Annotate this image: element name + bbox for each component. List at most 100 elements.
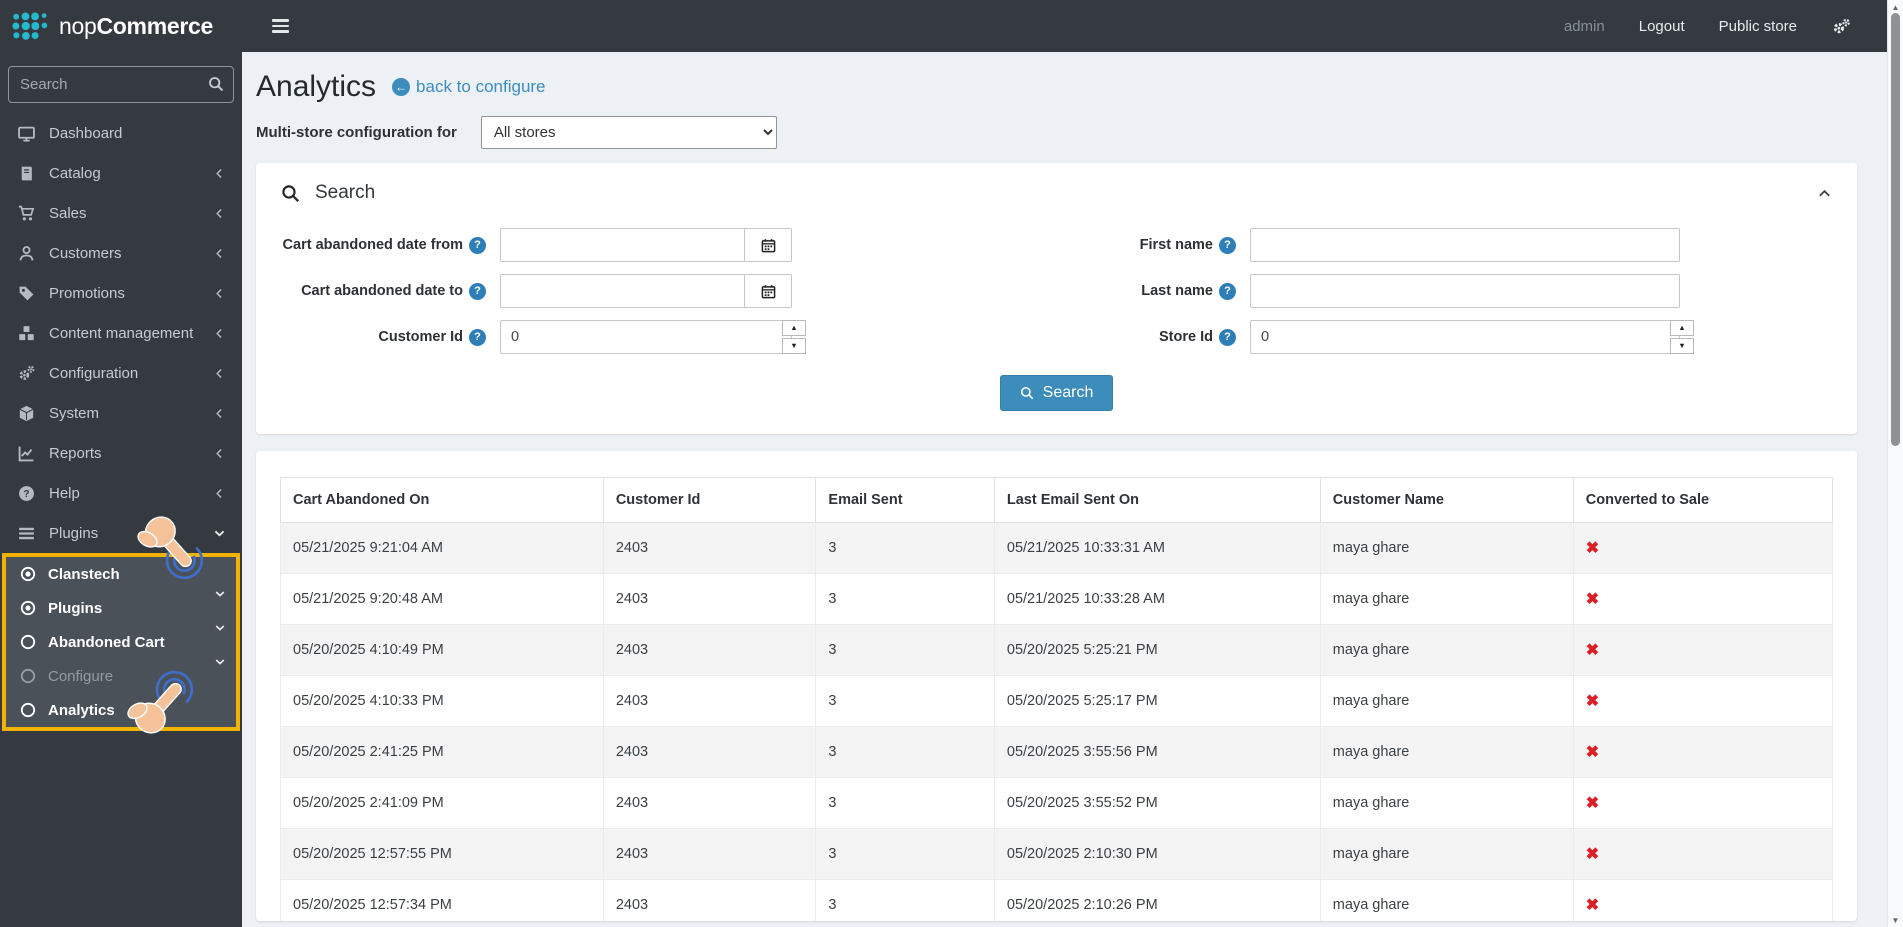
search-panel: Search Cart abandoned date from? xyxy=(256,163,1857,434)
first-name-input[interactable] xyxy=(1250,228,1680,262)
sidebar-item-content-management[interactable]: Content management xyxy=(0,313,242,353)
table-row: 05/20/2025 4:10:33 PM2403305/20/2025 5:2… xyxy=(281,676,1833,727)
scrollbar-thumb[interactable] xyxy=(1891,13,1900,446)
sidebar-item-promotions[interactable]: Promotions xyxy=(0,273,242,313)
table-row: 05/20/2025 12:57:34 PM2403305/20/2025 2:… xyxy=(281,880,1833,922)
dot-circle-icon xyxy=(19,566,37,582)
cart-icon xyxy=(16,205,36,222)
sidebar-item-catalog[interactable]: Catalog xyxy=(0,153,242,193)
public-store-link[interactable]: Public store xyxy=(1719,18,1797,35)
scroll-down-arrow-icon[interactable]: ▼ xyxy=(1888,913,1903,927)
help-icon[interactable]: ? xyxy=(469,237,486,254)
circle-icon xyxy=(19,634,37,650)
not-converted-icon: ✖ xyxy=(1586,795,1599,812)
multistore-select[interactable]: All stores xyxy=(481,116,777,149)
spinner-up-button[interactable]: ▲ xyxy=(1670,320,1694,336)
bars-icon xyxy=(16,525,36,542)
logout-link[interactable]: Logout xyxy=(1639,18,1685,35)
chevron-left-icon xyxy=(213,287,226,300)
spinner-up-button[interactable]: ▲ xyxy=(782,320,806,336)
multistore-label: Multi-store configuration for xyxy=(256,124,457,141)
spinner-down-button[interactable]: ▼ xyxy=(782,338,806,354)
not-converted-icon: ✖ xyxy=(1586,897,1599,914)
sidebar-item-plugins[interactable]: Plugins xyxy=(0,513,242,553)
sidebar-item-help[interactable]: ? Help xyxy=(0,473,242,513)
help-icon[interactable]: ? xyxy=(469,283,486,300)
sidebar-item-reports[interactable]: Reports xyxy=(0,433,242,473)
sidebar-item-sales[interactable]: Sales xyxy=(0,193,242,233)
store-id-input[interactable] xyxy=(1250,320,1680,354)
table-row: 05/20/2025 2:41:09 PM2403305/20/2025 3:5… xyxy=(281,778,1833,829)
table-row: 05/21/2025 9:21:04 AM2403305/21/2025 10:… xyxy=(281,523,1833,574)
not-converted-icon: ✖ xyxy=(1586,846,1599,863)
brand-title: nopCommerce xyxy=(59,13,213,40)
chevron-left-icon xyxy=(213,167,226,180)
chevron-left-icon xyxy=(213,487,226,500)
sidebar-item-customers[interactable]: Customers xyxy=(0,233,242,273)
sidebar-search-input[interactable] xyxy=(8,66,234,103)
help-icon[interactable]: ? xyxy=(1219,329,1236,346)
search-button[interactable]: Search xyxy=(1000,375,1114,411)
calendar-button[interactable] xyxy=(745,228,792,262)
chart-icon xyxy=(16,445,36,462)
calendar-icon xyxy=(761,284,776,299)
sidebar-subitem-abandoned-cart[interactable]: Abandoned Cart xyxy=(6,625,236,659)
chevron-left-icon xyxy=(213,247,226,260)
circle-icon xyxy=(19,702,37,718)
search-icon xyxy=(281,184,300,203)
cubes-icon xyxy=(16,325,36,342)
dot-circle-icon xyxy=(19,600,37,616)
sidebar-item-configuration[interactable]: Configuration xyxy=(0,353,242,393)
help-icon[interactable]: ? xyxy=(1219,237,1236,254)
sidebar-subitem-clanstech[interactable]: Clanstech xyxy=(6,557,236,591)
table-header-row: Cart Abandoned On Customer Id Email Sent… xyxy=(281,478,1833,523)
calendar-button[interactable] xyxy=(745,274,792,308)
cart-abandoned-date-from-input[interactable] xyxy=(500,228,745,262)
spinner-down-button[interactable]: ▼ xyxy=(1670,338,1694,354)
scroll-up-arrow-icon[interactable]: ▲ xyxy=(1888,0,1903,14)
collapse-panel-icon[interactable] xyxy=(1817,186,1832,201)
sidebar-toggle-icon[interactable] xyxy=(268,13,293,38)
question-icon: ? xyxy=(16,485,36,502)
book-icon xyxy=(16,165,36,182)
sidebar-subitem-configure[interactable]: Configure xyxy=(6,659,236,693)
chevron-left-icon xyxy=(213,407,226,420)
chevron-left-icon xyxy=(213,327,226,340)
desktop-icon xyxy=(16,125,36,142)
sidebar-menu: Dashboard Catalog Sales Customers Promot… xyxy=(0,113,242,731)
nopcommerce-logo-icon xyxy=(10,11,50,41)
last-name-input[interactable] xyxy=(1250,274,1680,308)
sidebar: nopCommerce Dashboard Catalog Sales xyxy=(0,0,242,927)
chevron-down-icon xyxy=(213,527,226,540)
help-icon[interactable]: ? xyxy=(1219,283,1236,300)
sidebar-item-system[interactable]: System xyxy=(0,393,242,433)
svg-text:?: ? xyxy=(23,489,29,500)
back-to-configure-link[interactable]: ← back to configure xyxy=(392,77,545,97)
brand: nopCommerce xyxy=(0,0,242,52)
chevron-left-icon xyxy=(213,367,226,380)
search-panel-title: Search xyxy=(315,182,375,204)
not-converted-icon: ✖ xyxy=(1586,693,1599,710)
settings-gears-icon[interactable] xyxy=(1831,18,1851,35)
user-icon xyxy=(16,245,36,262)
plugins-submenu-highlight-box: Clanstech Plugins Abandoned Cart Configu… xyxy=(2,553,240,731)
gears-icon xyxy=(16,365,36,382)
table-row: 05/20/2025 4:10:49 PM2403305/20/2025 5:2… xyxy=(281,625,1833,676)
sidebar-subitem-analytics[interactable]: Analytics xyxy=(6,693,236,727)
sidebar-subitem-plugins[interactable]: Plugins xyxy=(6,591,236,625)
not-converted-icon: ✖ xyxy=(1586,744,1599,761)
tag-icon xyxy=(16,285,36,302)
page-title: Analytics xyxy=(256,70,376,104)
top-navbar: admin Logout Public store xyxy=(242,0,1903,52)
customer-id-input[interactable] xyxy=(500,320,792,354)
calendar-icon xyxy=(761,238,776,253)
not-converted-icon: ✖ xyxy=(1586,642,1599,659)
help-icon[interactable]: ? xyxy=(469,329,486,346)
app-root: nopCommerce Dashboard Catalog Sales xyxy=(0,0,1903,927)
vertical-scrollbar[interactable]: ▲ ▼ xyxy=(1887,0,1903,927)
not-converted-icon: ✖ xyxy=(1586,591,1599,608)
cart-abandoned-date-to-input[interactable] xyxy=(500,274,745,308)
page-content: Analytics ← back to configure Multi-stor… xyxy=(242,52,1903,921)
sidebar-item-dashboard[interactable]: Dashboard xyxy=(0,113,242,153)
search-icon xyxy=(1020,386,1034,400)
